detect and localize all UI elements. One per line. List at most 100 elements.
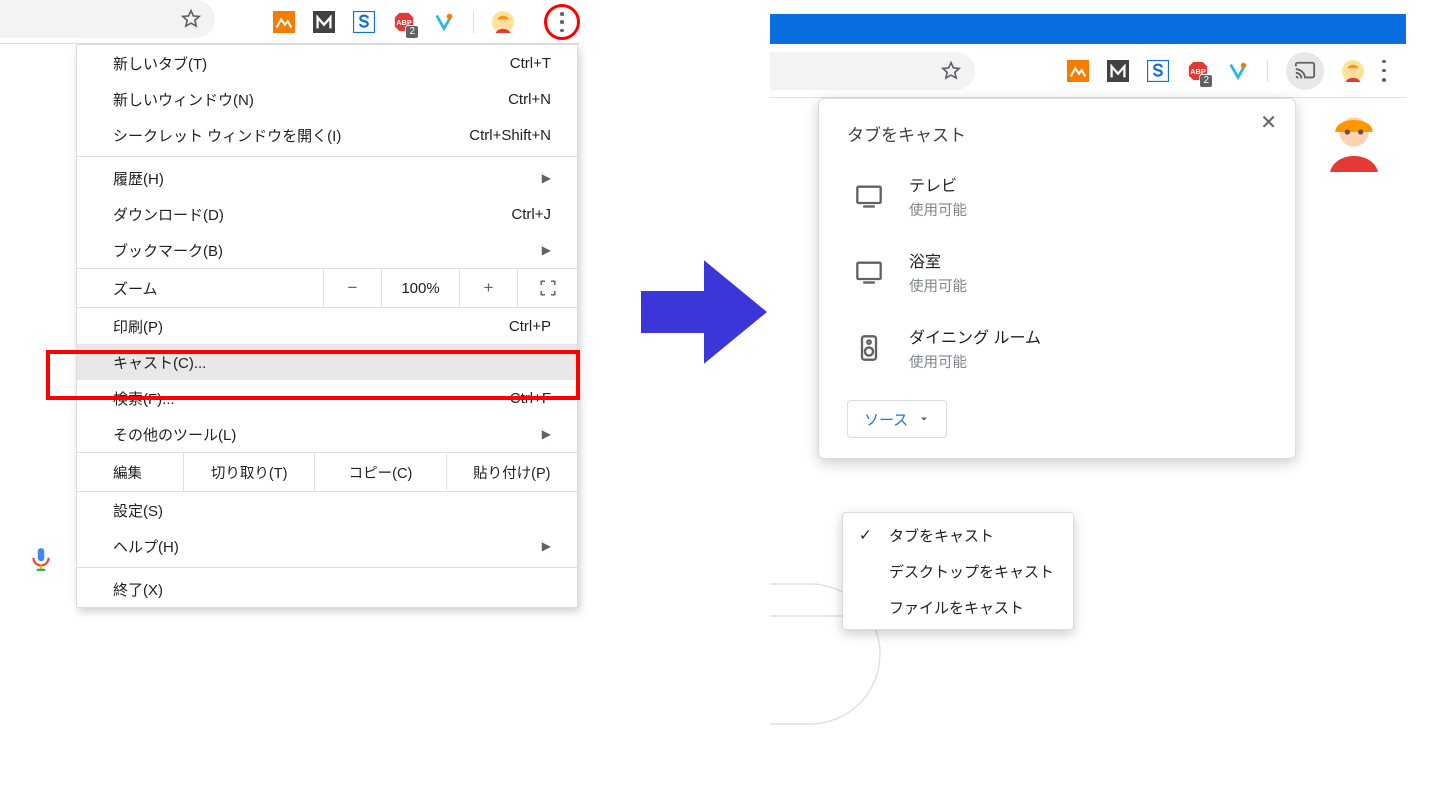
- source-dropdown-button[interactable]: ソース: [847, 400, 947, 438]
- left-screenshot: ABP 2 新しいタブ(T) Ctrl+T 新しいウィンドウ(N) Ctrl+N…: [0, 0, 590, 660]
- menu-zoom-row: ズーム − 100% +: [77, 268, 577, 308]
- menu-label: ヘルプ(H): [113, 536, 179, 557]
- submenu-arrow-icon: ▶: [542, 243, 551, 257]
- menu-print[interactable]: 印刷(P) Ctrl+P: [77, 308, 577, 344]
- zoom-out-button[interactable]: −: [323, 269, 381, 307]
- cast-popup-title: タブをキャスト: [819, 121, 1295, 158]
- edit-cut-button[interactable]: 切り取り(T): [183, 453, 314, 491]
- option-label: タブをキャスト: [889, 525, 994, 546]
- fullscreen-button[interactable]: [517, 269, 577, 307]
- toolbar-separator: [473, 11, 474, 33]
- menu-bookmarks[interactable]: ブックマーク(B) ▶: [77, 232, 577, 268]
- submenu-arrow-icon: ▶: [542, 427, 551, 441]
- right-toolbar: ABP 2: [770, 44, 1406, 98]
- edit-paste-button[interactable]: 貼り付け(P): [446, 453, 577, 491]
- source-option-file[interactable]: ✓ ファイルをキャスト: [843, 589, 1073, 625]
- ext-analytics-icon[interactable]: [273, 11, 295, 33]
- menu-help[interactable]: ヘルプ(H) ▶: [77, 528, 577, 564]
- page-avatar-icon: [1322, 108, 1386, 172]
- edit-copy-button[interactable]: コピー(C): [314, 453, 445, 491]
- cast-toolbar-button[interactable]: [1286, 52, 1324, 90]
- ext-m-icon[interactable]: [313, 11, 335, 33]
- source-option-tab[interactable]: ✓ タブをキャスト: [843, 517, 1073, 553]
- device-name: 浴室: [909, 248, 967, 272]
- fullscreen-icon: [539, 279, 557, 297]
- menu-shortcut: Ctrl+N: [508, 91, 551, 108]
- menu-exit[interactable]: 終了(X): [77, 571, 577, 607]
- ext-abp-icon[interactable]: ABP 2: [1187, 60, 1209, 82]
- menu-label: 印刷(P): [113, 316, 163, 337]
- cast-device-tv[interactable]: テレビ 使用可能: [819, 158, 1295, 234]
- abp-badge: 2: [405, 25, 419, 39]
- speaker-icon: [855, 334, 883, 362]
- menu-find[interactable]: 検索(F)... Ctrl+F: [77, 380, 577, 416]
- menu-shortcut: Ctrl+F: [510, 390, 551, 407]
- bookmark-star-icon[interactable]: [181, 9, 201, 29]
- ext-v-icon[interactable]: [433, 11, 455, 33]
- ext-s-icon[interactable]: [1147, 60, 1169, 82]
- option-label: デスクトップをキャスト: [889, 561, 1054, 582]
- ext-s-icon[interactable]: [353, 11, 375, 33]
- ext-abp-icon[interactable]: ABP 2: [393, 11, 415, 33]
- menu-label: シークレット ウィンドウを開く(I): [113, 125, 341, 146]
- device-status: 使用可能: [909, 351, 1041, 372]
- menu-label: 新しいウィンドウ(N): [113, 89, 254, 110]
- bookmark-star-icon[interactable]: [941, 61, 961, 81]
- device-name: ダイニング ルーム: [909, 324, 1041, 348]
- menu-settings[interactable]: 設定(S): [77, 492, 577, 528]
- flow-arrow-icon: [634, 242, 774, 382]
- source-label: ソース: [864, 409, 908, 430]
- left-toolbar: ABP 2: [0, 0, 580, 44]
- address-bar-right[interactable]: [770, 52, 975, 90]
- kebab-menu-button[interactable]: [1382, 60, 1386, 82]
- close-button[interactable]: ✕: [1260, 113, 1277, 133]
- menu-separator: [77, 567, 577, 568]
- menu-downloads[interactable]: ダウンロード(D) Ctrl+J: [77, 196, 577, 232]
- right-screenshot: ABP 2 ✕ タブをキャスト テレビ 使用可能: [770, 14, 1406, 98]
- ext-analytics-icon[interactable]: [1067, 60, 1089, 82]
- menu-separator: [77, 156, 577, 157]
- zoom-in-button[interactable]: +: [459, 269, 517, 307]
- kebab-menu-button-circled[interactable]: [544, 4, 580, 40]
- mic-icon[interactable]: [28, 546, 54, 572]
- cast-device-bath[interactable]: 浴室 使用可能: [819, 234, 1295, 310]
- menu-cast[interactable]: キャスト(C)...: [77, 344, 577, 380]
- cast-icon: [1294, 60, 1316, 82]
- submenu-arrow-icon: ▶: [542, 171, 551, 185]
- edit-label: 編集: [77, 453, 183, 491]
- tv-icon: [855, 182, 883, 210]
- avatar-icon[interactable]: [492, 11, 514, 33]
- source-option-desktop[interactable]: ✓ デスクトップをキャスト: [843, 553, 1073, 589]
- abp-badge: 2: [1199, 74, 1213, 88]
- avatar-icon[interactable]: [1342, 60, 1364, 82]
- menu-incognito[interactable]: シークレット ウィンドウを開く(I) Ctrl+Shift+N: [77, 117, 577, 153]
- menu-label: ブックマーク(B): [113, 240, 223, 261]
- device-name: テレビ: [909, 172, 967, 196]
- menu-label: 履歴(H): [113, 168, 164, 189]
- menu-more-tools[interactable]: その他のツール(L) ▶: [77, 416, 577, 452]
- menu-shortcut: Ctrl+T: [510, 55, 551, 72]
- tv-icon: [855, 258, 883, 286]
- menu-new-tab[interactable]: 新しいタブ(T) Ctrl+T: [77, 45, 577, 81]
- menu-edit-row: 編集 切り取り(T) コピー(C) 貼り付け(P): [77, 452, 577, 492]
- zoom-label: ズーム: [77, 278, 323, 299]
- menu-shortcut: Ctrl+P: [509, 318, 551, 335]
- menu-shortcut: Ctrl+J: [511, 206, 551, 223]
- menu-label: その他のツール(L): [113, 424, 236, 445]
- menu-new-window[interactable]: 新しいウィンドウ(N) Ctrl+N: [77, 81, 577, 117]
- source-dropdown-menu: ✓ タブをキャスト ✓ デスクトップをキャスト ✓ ファイルをキャスト: [842, 512, 1074, 630]
- ext-v-icon[interactable]: [1227, 60, 1249, 82]
- device-status: 使用可能: [909, 199, 967, 220]
- submenu-arrow-icon: ▶: [542, 539, 551, 553]
- menu-label: 新しいタブ(T): [113, 53, 207, 74]
- ext-m-icon[interactable]: [1107, 60, 1129, 82]
- address-bar-left[interactable]: [0, 0, 215, 38]
- menu-label: キャスト(C)...: [113, 352, 206, 373]
- menu-label: 設定(S): [113, 500, 163, 521]
- window-titlebar: [770, 14, 1406, 44]
- chrome-context-menu: 新しいタブ(T) Ctrl+T 新しいウィンドウ(N) Ctrl+N シークレッ…: [76, 44, 578, 608]
- menu-history[interactable]: 履歴(H) ▶: [77, 160, 577, 196]
- menu-label: 検索(F)...: [113, 388, 175, 409]
- check-icon: ✓: [859, 526, 875, 544]
- cast-device-dining[interactable]: ダイニング ルーム 使用可能: [819, 310, 1295, 386]
